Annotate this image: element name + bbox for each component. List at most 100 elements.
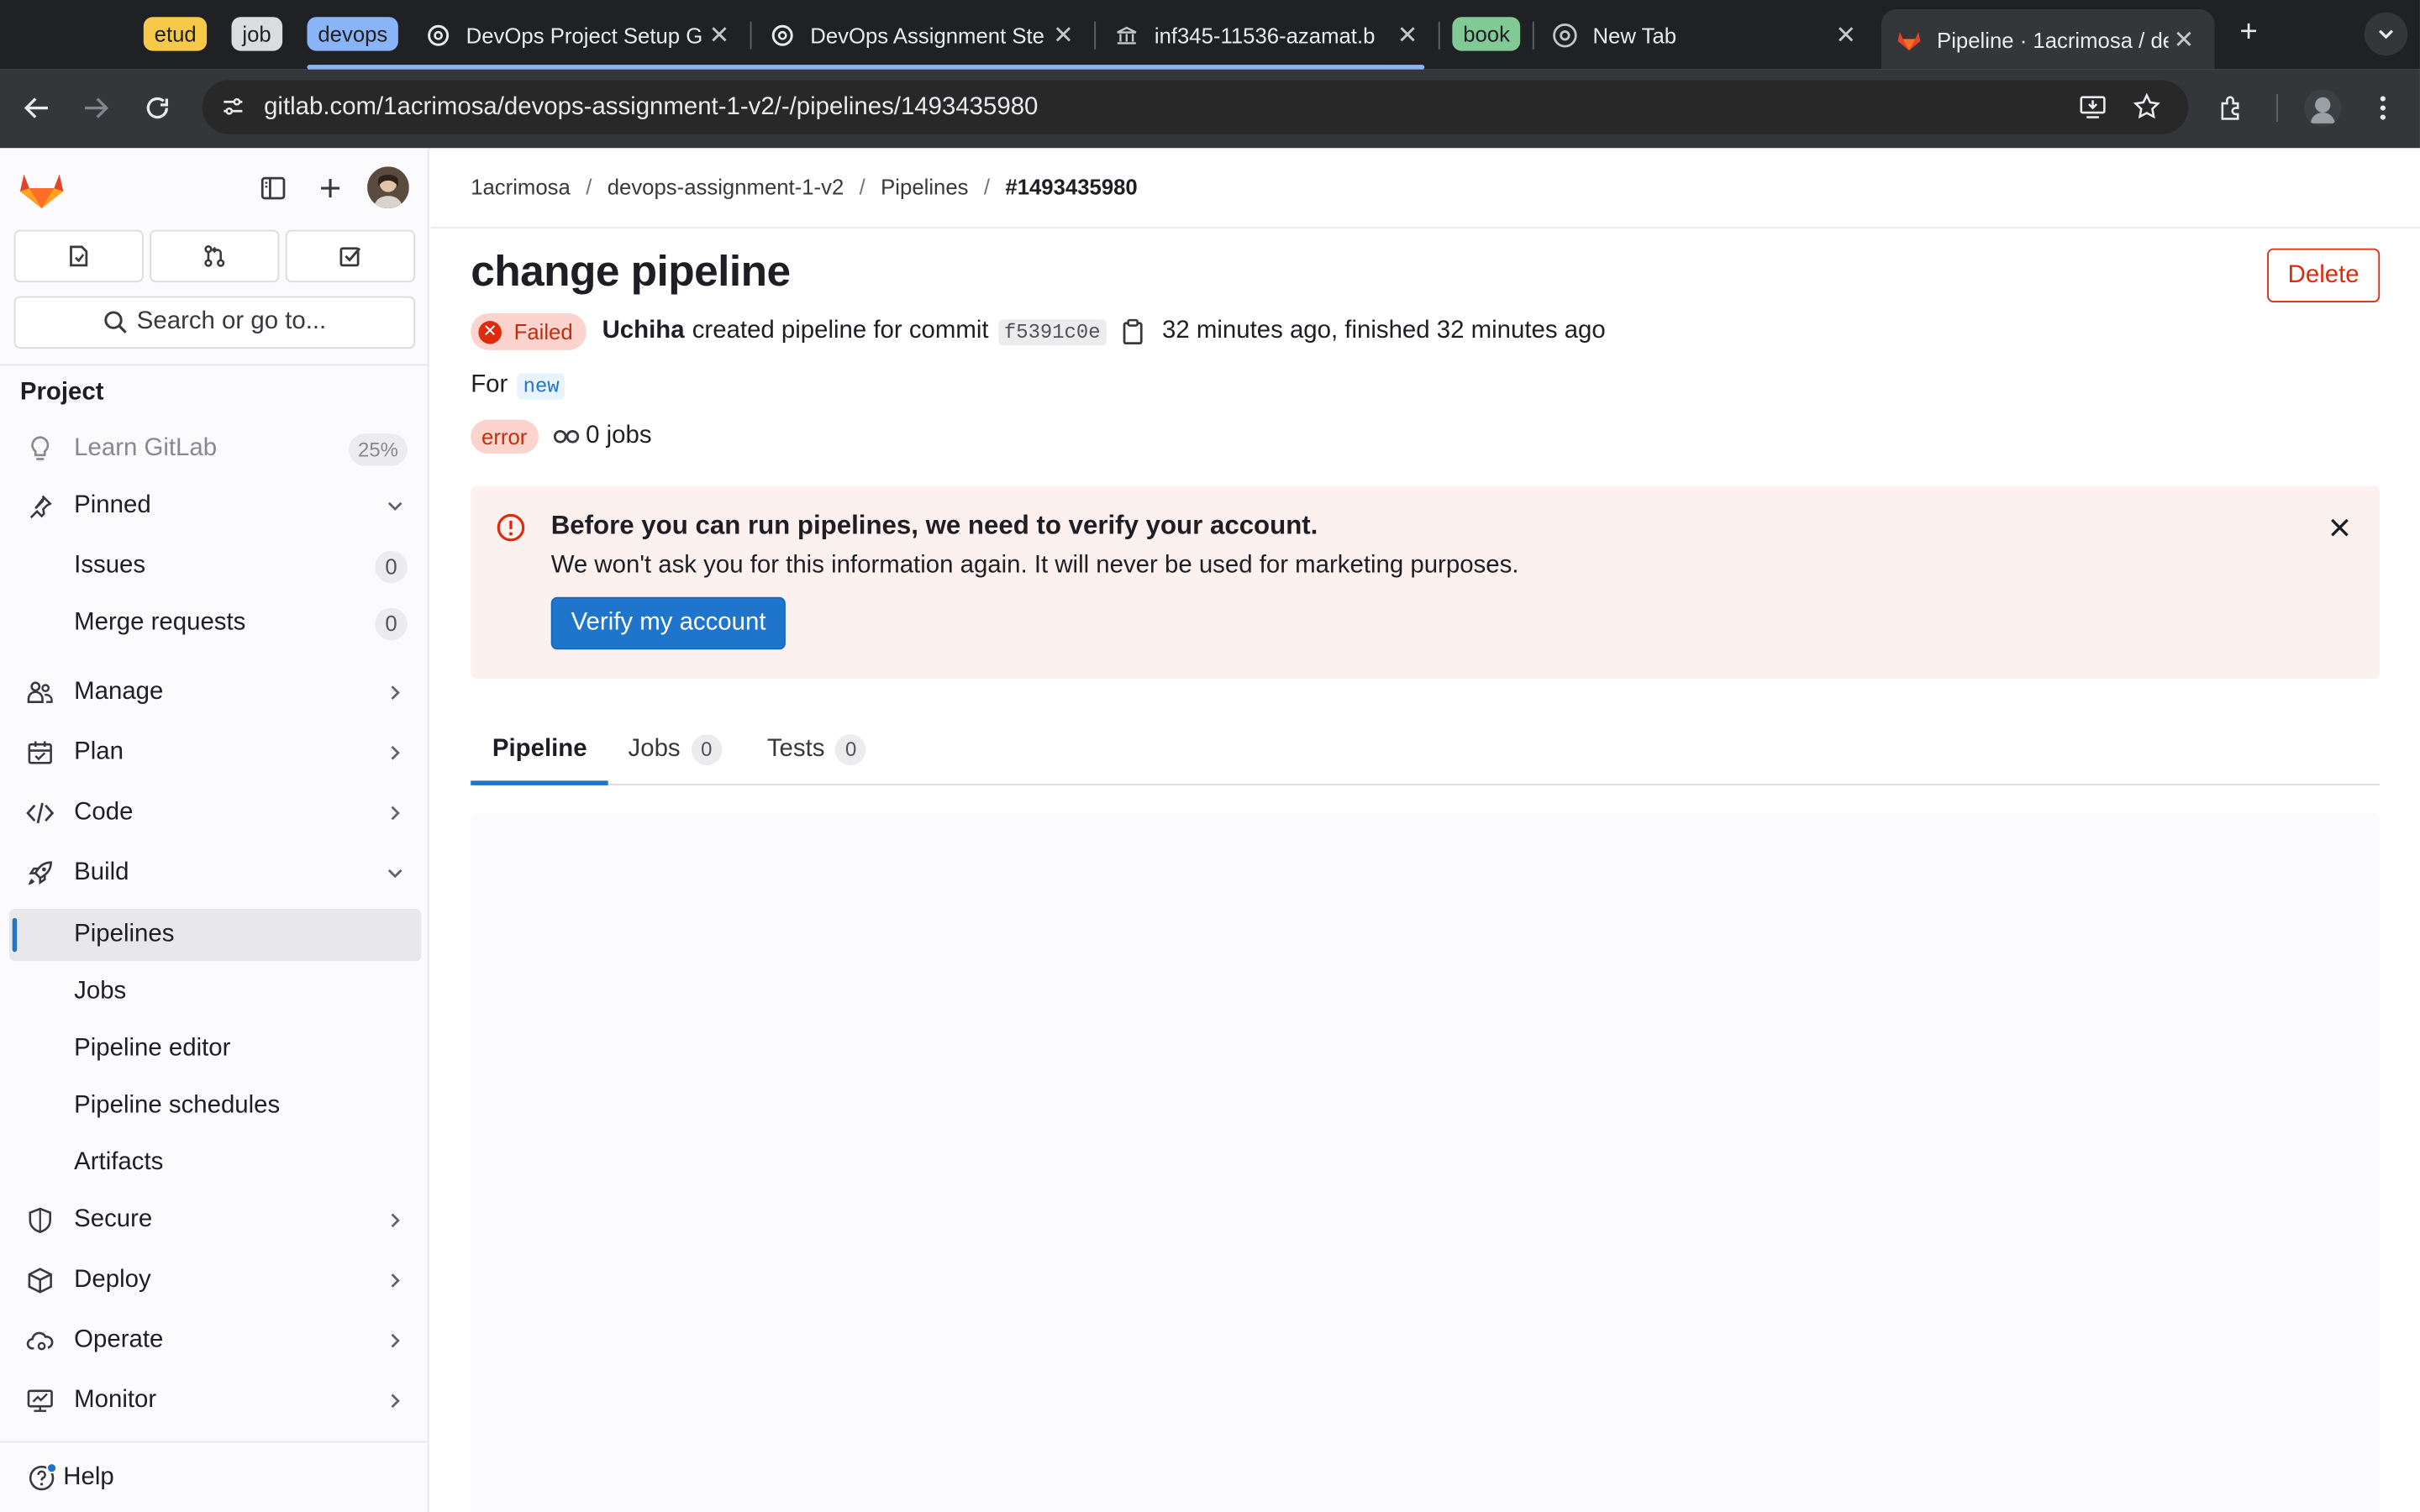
site-settings-icon[interactable]: [214, 88, 251, 125]
install-app-icon[interactable]: [2075, 90, 2109, 123]
forward-arrow-icon[interactable]: [77, 90, 114, 127]
sidebar-item-monitor[interactable]: Monitor: [9, 1374, 421, 1426]
pipeline-graph-area: [471, 812, 2381, 1512]
todo-icon: [339, 247, 361, 267]
sidebar-item-jobs[interactable]: Jobs: [9, 966, 421, 1018]
breadcrumb: 1acrimosa / devops-assignment-1-v2 / Pip…: [471, 174, 1138, 199]
user-avatar[interactable]: [367, 166, 409, 208]
close-tab-icon[interactable]: ✕: [704, 20, 735, 51]
reload-icon[interactable]: [139, 90, 176, 127]
screen: etud job devops DevOps Project Setup G ✕…: [0, 0, 2420, 1512]
tab-search-chevron-icon[interactable]: [2364, 12, 2408, 56]
help-button[interactable]: Help: [26, 1462, 114, 1494]
sidebar-item-artifacts[interactable]: Artifacts: [9, 1137, 421, 1189]
chevron-right-icon: [384, 1330, 406, 1352]
commit-sha[interactable]: f5391c0e: [997, 318, 1107, 345]
close-tab-icon[interactable]: ✕: [1830, 20, 1861, 51]
browser-tab-inf345[interactable]: inf345-11536-azamat.b ✕: [1114, 6, 1423, 65]
sidebar-item-pinned[interactable]: Pinned: [9, 480, 421, 532]
jobs-count-text: 0 jobs: [586, 423, 652, 449]
tab-group-etud[interactable]: etud: [143, 17, 208, 51]
chevron-right-icon: [384, 682, 406, 704]
tab-group-job[interactable]: job: [231, 17, 282, 51]
close-tab-icon[interactable]: ✕: [1048, 20, 1079, 51]
sidebar-item-learn-gitlab[interactable]: Learn GitLab 25%: [9, 423, 421, 475]
sidebar-item-plan[interactable]: Plan: [9, 727, 421, 779]
browser-menu-icon[interactable]: [2365, 90, 2402, 127]
bookmark-star-icon[interactable]: [2130, 90, 2164, 123]
url-text[interactable]: gitlab.com/1acrimosa/devops-assignment-1…: [264, 81, 1038, 134]
browser-tab-new-tab[interactable]: New Tab ✕: [1553, 6, 1861, 65]
new-tab-button[interactable]: +: [2232, 15, 2265, 49]
warning-circle-icon: [496, 512, 527, 543]
chevron-right-icon: [384, 1270, 406, 1292]
sidebar-item-pipeline-editor[interactable]: Pipeline editor: [9, 1023, 421, 1075]
sidebar-divider: [0, 1441, 428, 1443]
breadcrumb-pipeline-id[interactable]: #1493435980: [1005, 175, 1137, 199]
breadcrumb-user[interactable]: 1acrimosa: [471, 175, 571, 199]
create-new-plus-icon[interactable]: [310, 168, 350, 208]
pipeline-author[interactable]: Uchiha: [602, 318, 685, 345]
tab-group-devops[interactable]: devops: [307, 17, 399, 51]
chevron-down-icon: [384, 863, 406, 885]
verify-account-button[interactable]: Verify my account: [550, 596, 786, 650]
back-arrow-icon[interactable]: [18, 90, 55, 127]
pipeline-meta-line: error 0 jobs: [471, 419, 652, 454]
sidebar-item-operate[interactable]: Operate: [9, 1315, 421, 1367]
close-tab-icon[interactable]: ✕: [1392, 20, 1423, 51]
chevron-right-icon: [384, 742, 406, 764]
sidebar-divider: [0, 364, 428, 366]
browser-tab-pipeline-active[interactable]: Pipeline · 1acrimosa / de ✕: [1881, 9, 2215, 70]
lightbulb-icon: [26, 435, 54, 463]
sidebar-item-build[interactable]: Build: [9, 847, 421, 899]
sidebar-item-issues[interactable]: Issues 0: [9, 540, 421, 592]
page-title: change pipeline: [471, 246, 791, 295]
sidebar-item-secure[interactable]: Secure: [9, 1194, 421, 1247]
tests-tab-count: 0: [835, 734, 867, 766]
sidebar-item-merge-requests[interactable]: Merge requests 0: [9, 597, 421, 649]
browser-profile-avatar[interactable]: [2304, 89, 2342, 127]
pipeline-jobs-icon: [552, 423, 580, 450]
pipeline-time: 32 minutes ago, finished 32 minutes ago: [1162, 318, 1606, 344]
chevron-down-icon: [384, 496, 406, 517]
sidebar-item-pipelines[interactable]: Pipelines: [9, 908, 422, 962]
breadcrumb-pipelines[interactable]: Pipelines: [881, 175, 968, 199]
tab-group-book[interactable]: book: [1452, 17, 1521, 51]
sidebar-item-pipeline-schedules[interactable]: Pipeline schedules: [9, 1080, 421, 1132]
close-icon[interactable]: [2323, 511, 2356, 544]
close-tab-icon[interactable]: ✕: [2169, 24, 2200, 55]
chrome-icon: [1553, 24, 1577, 48]
address-bar[interactable]: gitlab.com/1acrimosa/devops-assignment-1…: [202, 80, 2189, 134]
status-badge[interactable]: ✕ Failed: [471, 312, 587, 350]
calendar-icon: [26, 739, 54, 767]
merge-requests-button[interactable]: [150, 229, 280, 283]
monitor-chart-icon: [26, 1387, 54, 1415]
breadcrumb-project[interactable]: devops-assignment-1-v2: [608, 175, 844, 199]
browser-tab-devops-project-setup[interactable]: DevOps Project Setup G ✕: [426, 6, 734, 65]
tab-tests[interactable]: Tests 0: [767, 716, 867, 784]
branch-link[interactable]: new: [517, 372, 566, 399]
gitlab-sidebar: Search or go to... Project Learn GitLab …: [0, 148, 429, 1512]
gitlab-logo-icon[interactable]: [18, 166, 65, 209]
search-or-go-to-button[interactable]: Search or go to...: [13, 296, 416, 349]
assigned-issues-button[interactable]: [13, 229, 144, 283]
browser-tab-devops-assignment[interactable]: DevOps Assignment Ste ✕: [771, 6, 1079, 65]
delete-pipeline-button[interactable]: Delete: [2267, 248, 2381, 302]
error-badge: error: [471, 419, 539, 454]
sidebar-item-deploy[interactable]: Deploy: [9, 1254, 421, 1306]
learn-progress-badge: 25%: [349, 433, 408, 466]
issues-count-badge: 0: [375, 550, 408, 584]
header-divider: [430, 226, 2420, 228]
todo-list-button[interactable]: [285, 229, 416, 283]
sidebar-item-code[interactable]: Code: [9, 787, 421, 839]
status-failed-icon: ✕: [478, 320, 502, 344]
sidebar-item-manage[interactable]: Manage: [9, 666, 421, 718]
extensions-icon[interactable]: [2213, 90, 2250, 127]
search-icon: [103, 311, 127, 333]
toggle-sidebar-icon[interactable]: [253, 168, 293, 208]
tab-pipeline[interactable]: Pipeline: [471, 716, 609, 785]
toolbar-divider: [2276, 94, 2278, 123]
thumbtack-icon: [26, 492, 54, 520]
copy-clipboard-icon[interactable]: [1119, 318, 1147, 345]
tab-jobs[interactable]: Jobs 0: [629, 716, 723, 784]
